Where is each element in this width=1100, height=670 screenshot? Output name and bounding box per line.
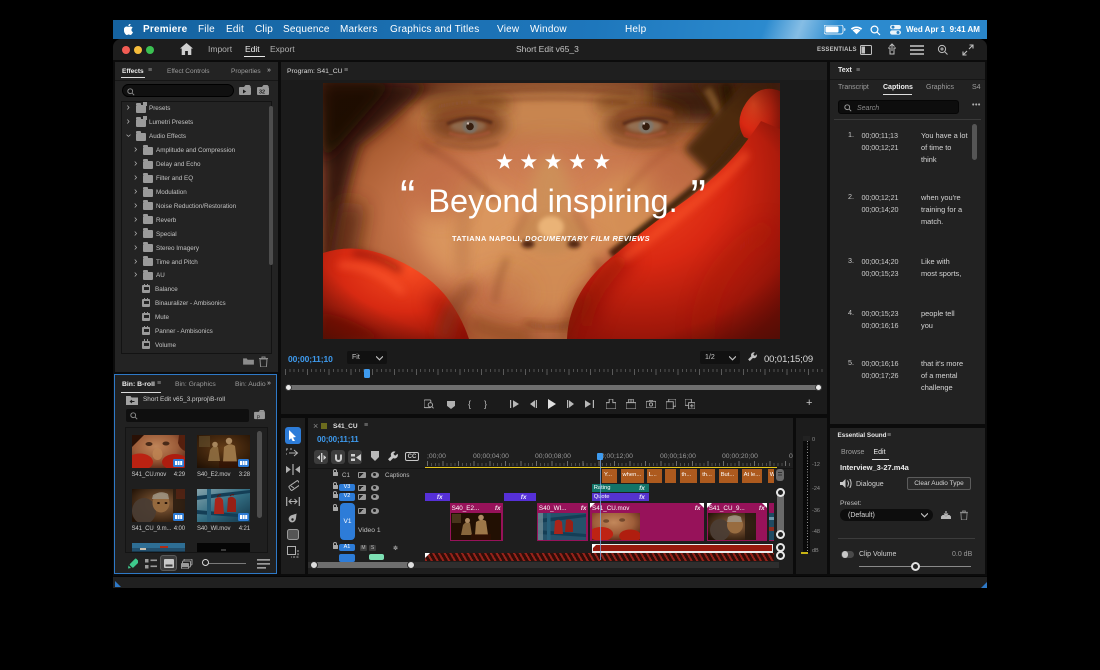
svg-text:32: 32 <box>259 90 265 96</box>
svg-text:Beyond inspiring.: Beyond inspiring. <box>428 183 677 219</box>
svg-text:ρ: ρ <box>257 414 260 420</box>
svg-text:TATIANA NAPOLI, DOCUMENTARY FI: TATIANA NAPOLI, DOCUMENTARY FILM REVIEWS <box>452 234 650 243</box>
svg-text:”: ” <box>691 170 706 222</box>
svg-text:“: “ <box>400 170 415 222</box>
